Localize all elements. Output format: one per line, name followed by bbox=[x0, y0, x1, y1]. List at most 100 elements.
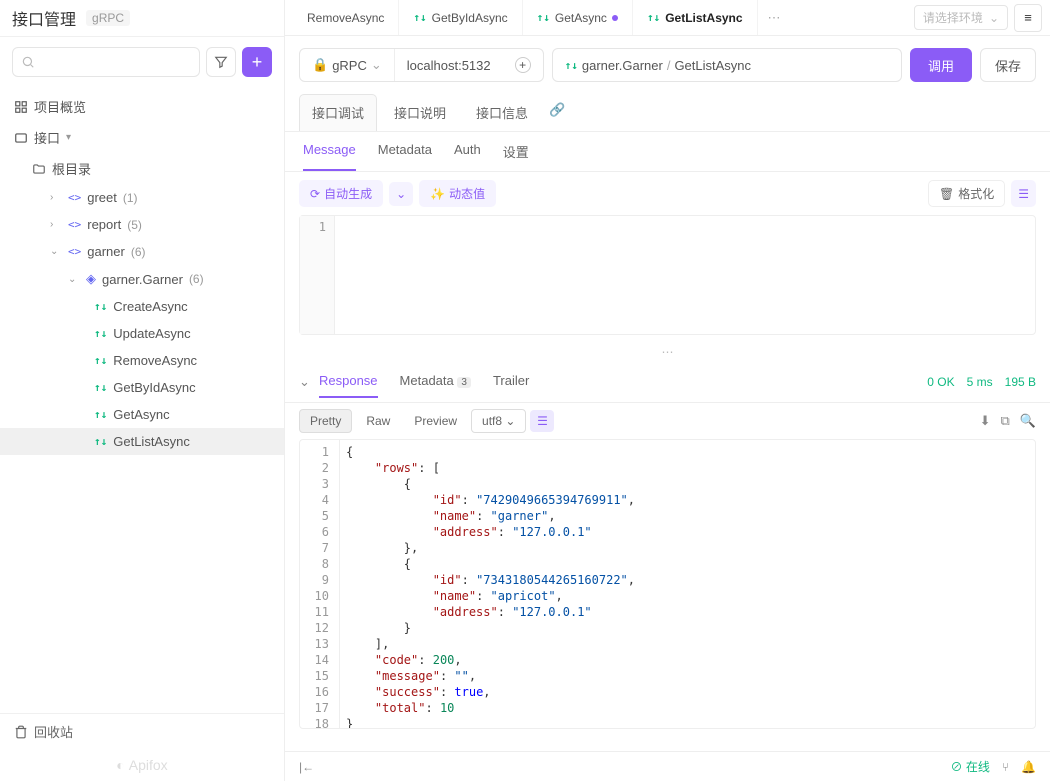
tool-label: 自动生成 bbox=[324, 185, 372, 202]
tab-getasync[interactable]: ↑↓GetAsync bbox=[523, 0, 633, 35]
chevron-right-icon: › bbox=[50, 192, 62, 203]
collapse-sidebar-icon[interactable]: |← bbox=[299, 760, 314, 774]
filter-button[interactable] bbox=[206, 47, 236, 77]
code-icon: <> bbox=[68, 218, 81, 231]
add-server-icon[interactable]: + bbox=[515, 57, 531, 73]
recycle-bin[interactable]: 回收站 bbox=[0, 713, 284, 749]
service-garner-garner[interactable]: ⌄ ◈ garner.Garner (6) bbox=[0, 265, 284, 293]
root-folder[interactable]: 根目录 bbox=[0, 153, 284, 184]
code-icon: <> bbox=[68, 191, 81, 204]
dynamic-button[interactable]: ✨动态值 bbox=[419, 180, 496, 207]
tool-label: Preview bbox=[414, 414, 457, 428]
add-button[interactable]: + bbox=[242, 47, 272, 77]
chevron-down-icon: ⌄ bbox=[68, 274, 80, 285]
tab-label: RemoveAsync bbox=[307, 11, 384, 25]
request-editor[interactable]: 1 bbox=[299, 215, 1036, 335]
splitter[interactable]: ⋯ bbox=[285, 343, 1050, 361]
env-placeholder: 请选择环境 bbox=[923, 9, 983, 26]
body-tab-message[interactable]: Message bbox=[303, 142, 356, 171]
view-preview[interactable]: Preview bbox=[404, 410, 467, 432]
filter-icon bbox=[214, 55, 228, 69]
sidebar-title: 接口管理 bbox=[12, 6, 76, 30]
method-createasync[interactable]: ↑↓CreateAsync bbox=[0, 293, 284, 320]
folder-greet[interactable]: › <> greet (1) bbox=[0, 184, 284, 211]
folder-icon bbox=[32, 162, 46, 176]
body-tab-settings[interactable]: 设置 bbox=[503, 142, 529, 171]
wrap-button[interactable]: ☰ bbox=[530, 410, 554, 432]
subtab-doc[interactable]: 接口说明 bbox=[381, 94, 459, 131]
settings-button[interactable]: ☰ bbox=[1011, 180, 1036, 207]
view-pretty[interactable]: Pretty bbox=[299, 409, 352, 433]
proto-label: gRPC bbox=[332, 58, 367, 73]
download-icon[interactable]: ⬇ bbox=[980, 413, 991, 429]
autogen-button[interactable]: ⟳ 自动生成 bbox=[299, 180, 383, 207]
encoding-select[interactable]: utf8 ⌄ bbox=[471, 409, 526, 433]
body-tab-metadata[interactable]: Metadata bbox=[378, 142, 432, 171]
method-getbyidasync[interactable]: ↑↓GetByIdAsync bbox=[0, 374, 284, 401]
tab-label: Response bbox=[319, 373, 378, 388]
editor-gutter: 1 bbox=[300, 216, 335, 334]
search-icon[interactable]: 🔍 bbox=[1020, 413, 1036, 429]
search-input[interactable] bbox=[12, 47, 200, 77]
method-path[interactable]: ↑↓garner.Garner/GetListAsync bbox=[552, 48, 902, 82]
folder-count: (6) bbox=[131, 245, 146, 259]
method-label: UpdateAsync bbox=[113, 326, 190, 341]
more-tabs-icon[interactable]: ⋯ bbox=[758, 10, 791, 26]
link-icon[interactable]: 🔗 bbox=[545, 94, 569, 131]
git-icon[interactable]: ⑂ bbox=[1002, 760, 1009, 774]
interface-label: 接口 bbox=[34, 128, 60, 147]
tabs-bar: RemoveAsync ↑↓GetByIdAsync ↑↓GetAsync ↑↓… bbox=[285, 0, 1050, 36]
refresh-icon: ⟳ bbox=[310, 187, 320, 201]
tab-getlistasync[interactable]: ↑↓GetListAsync bbox=[633, 0, 758, 35]
collapse-icon[interactable]: ⌄ bbox=[299, 374, 319, 390]
tab-label: Metadata bbox=[378, 142, 432, 157]
menu-button[interactable]: ≡ bbox=[1014, 4, 1042, 32]
method-getasync[interactable]: ↑↓GetAsync bbox=[0, 401, 284, 428]
unary-icon: ↑↓ bbox=[94, 408, 107, 421]
subtab-debug[interactable]: 接口调试 bbox=[299, 94, 377, 131]
env-select[interactable]: 请选择环境⌄ bbox=[914, 5, 1008, 30]
root-label: 根目录 bbox=[52, 159, 91, 178]
unary-icon: ↑↓ bbox=[94, 327, 107, 340]
tab-label: GetAsync bbox=[555, 11, 607, 25]
method-removeasync[interactable]: ↑↓RemoveAsync bbox=[0, 347, 284, 374]
autogen-dropdown[interactable]: ⌄ bbox=[389, 182, 413, 206]
folder-garner[interactable]: ⌄ <> garner (6) bbox=[0, 238, 284, 265]
format-button[interactable]: 🗑格式化 bbox=[928, 180, 1005, 207]
body-tab-auth[interactable]: Auth bbox=[454, 142, 481, 171]
chevron-right-icon: › bbox=[50, 219, 62, 230]
tool-label: Raw bbox=[366, 414, 390, 428]
tab-getbyidasync[interactable]: ↑↓GetByIdAsync bbox=[399, 0, 522, 35]
resp-tab-trailer[interactable]: Trailer bbox=[493, 365, 529, 398]
resp-tab-metadata[interactable]: Metadata 3 bbox=[400, 365, 471, 398]
overview-item[interactable]: 项目概览 bbox=[0, 91, 284, 122]
method-getlistasync[interactable]: ↑↓GetListAsync bbox=[0, 428, 284, 455]
tab-label: Metadata bbox=[400, 373, 454, 388]
tab-removeasync[interactable]: RemoveAsync bbox=[293, 0, 399, 35]
copy-icon[interactable]: ⧉ bbox=[1001, 413, 1010, 429]
chevron-down-icon: ▾ bbox=[66, 132, 78, 143]
service-count: (6) bbox=[189, 272, 204, 286]
protocol-selector[interactable]: 🔒gRPC⌄ localhost:5132 + bbox=[299, 48, 544, 82]
subtab-info[interactable]: 接口信息 bbox=[463, 94, 541, 131]
editor-content[interactable] bbox=[335, 216, 1035, 334]
chevron-down-icon: ⌄ bbox=[371, 57, 382, 73]
resp-tab-response[interactable]: Response bbox=[319, 365, 378, 398]
response-code[interactable]: { "rows": [ { "id": "7429049665394769911… bbox=[340, 440, 1035, 728]
folder-label: garner bbox=[87, 244, 125, 259]
folder-report[interactable]: › <> report (5) bbox=[0, 211, 284, 238]
method-updateasync[interactable]: ↑↓ UpdateAsync bbox=[0, 320, 284, 347]
invoke-button[interactable]: 调用 bbox=[910, 48, 972, 82]
sidebar-header: 接口管理 gRPC bbox=[0, 0, 284, 37]
meta-count: 3 bbox=[457, 377, 471, 388]
unary-icon: ↑↓ bbox=[94, 354, 107, 367]
save-button[interactable]: 保存 bbox=[980, 48, 1036, 82]
method-label: GetListAsync bbox=[113, 434, 190, 449]
service-label: garner.Garner bbox=[102, 272, 183, 287]
notification-icon[interactable]: 🔔 bbox=[1021, 760, 1036, 774]
host-input[interactable]: localhost:5132 bbox=[407, 58, 491, 73]
view-raw[interactable]: Raw bbox=[356, 410, 400, 432]
interface-root[interactable]: 接口 ▾ bbox=[0, 122, 284, 153]
save-label: 保存 bbox=[995, 56, 1021, 75]
method-label: CreateAsync bbox=[113, 299, 187, 314]
